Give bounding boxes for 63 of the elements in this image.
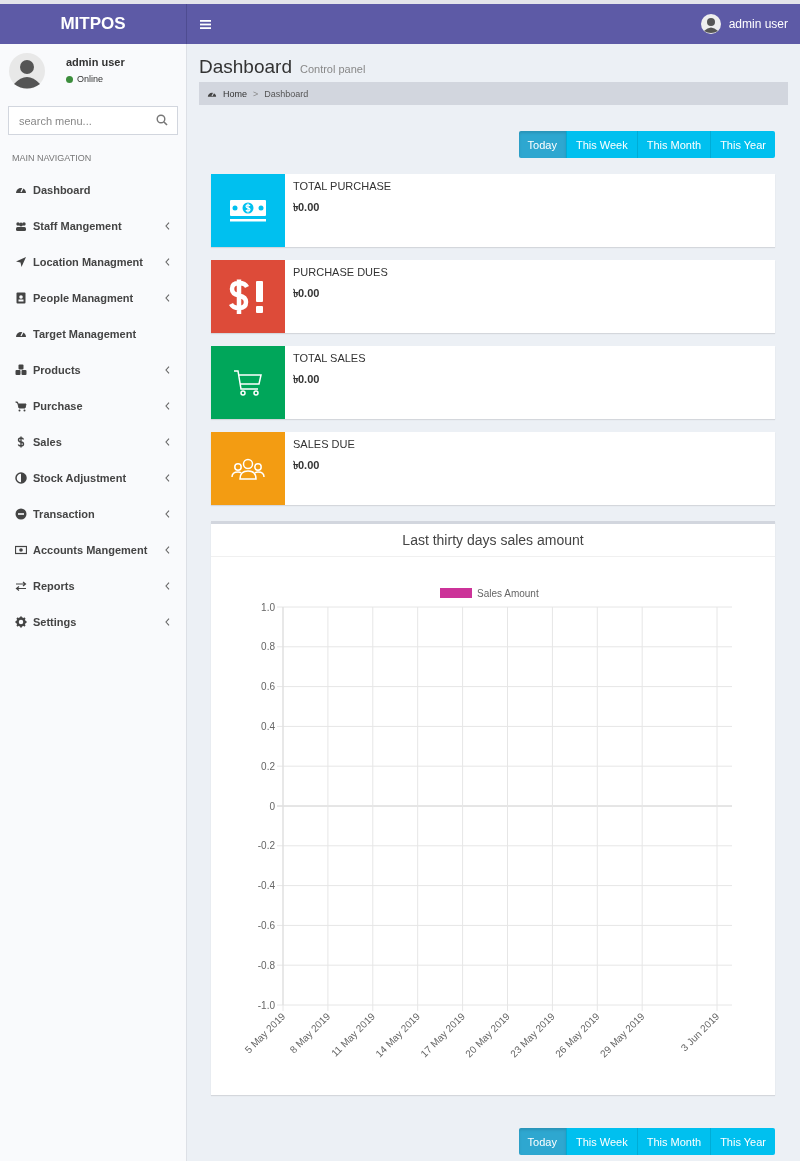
sidebar-item[interactable]: People Managment [0,280,186,316]
axis-tick-label: 0.6 [261,681,275,693]
avatar-icon[interactable] [700,14,721,34]
menu-icon[interactable] [200,19,211,29]
cart-icon [15,400,27,412]
stat-label: PURCHASE DUES [293,266,388,278]
sidebar-item[interactable]: Location Managment [0,244,186,280]
axis-tick-label: -0.2 [257,840,275,852]
status-text: Online [77,74,103,84]
stat-value: ৳0.00 [293,286,321,301]
axis-tick-label: -1.0 [257,999,275,1011]
axis-tick-label: 0 [269,800,275,812]
sidebar-item[interactable]: Purchase [0,388,186,424]
sidebar-item[interactable]: Sales [0,424,186,460]
location-arrow-icon [15,256,27,268]
sidebar-item[interactable]: Stock Adjustment [0,460,186,496]
stat-label: TOTAL PURCHASE [293,180,392,192]
stat-value: ৳0.00 [293,458,321,473]
legend-label: Sales Amount [477,588,539,599]
banknote-icon [229,198,267,223]
sidebar-item[interactable]: Settings [0,604,186,640]
contact-card-icon [15,292,27,304]
page-subtitle: Control panel [299,63,366,75]
breadcrumb-current: Dashboard [264,88,309,99]
banknote-icon [15,544,27,556]
stat-label: SALES DUE [293,438,355,450]
avatar-icon [9,53,45,89]
sidebar-item[interactable]: Staff Mangement [0,208,186,244]
sidebar-item[interactable]: Dashboard [0,172,186,208]
stat-value: ৳0.00 [293,200,321,215]
search-field[interactable]: search menu... [8,106,178,135]
axis-tick-label: -0.6 [257,919,275,931]
people-icon [231,457,265,480]
sidebar-item[interactable]: Reports [0,568,186,604]
minus-circle-icon [15,508,27,520]
cart-icon [233,368,263,397]
sidebar-item[interactable]: Transaction [0,496,186,532]
section-header: MAIN NAVIGATION [11,152,93,165]
breadcrumb-separator: > [253,88,259,99]
gear-icon [15,616,27,628]
breadcrumb-link[interactable]: Home [223,88,247,99]
cubes-icon [15,364,27,376]
axis-tick-label: 0.2 [261,760,275,772]
axis-tick-label: 0.8 [261,641,275,653]
page-title: Dashboard [199,56,292,78]
sidebar-item[interactable]: Accounts Mangement [0,532,186,568]
stat-label: TOTAL SALES [293,352,366,364]
status-dot [66,75,73,83]
axis-tick-label: 0.4 [261,720,275,732]
user-name: admin user [66,56,125,68]
arrows-icon [15,580,27,592]
chart-title: Last thirty days sales amount [211,524,775,557]
user-name[interactable]: admin user [728,17,788,31]
sidebar-item[interactable]: Products [0,352,186,388]
dollar-icon [15,436,27,448]
axis-tick-label: -0.8 [257,959,275,971]
stat-value: ৳0.00 [293,372,321,387]
sidebar-item[interactable]: Target Management [0,316,186,352]
axis-tick-label: -0.4 [257,880,275,892]
search-icon[interactable] [156,114,168,126]
axis-tick-label: 1.0 [261,601,275,613]
half-circle-icon [15,472,27,484]
users-icon [15,220,27,232]
